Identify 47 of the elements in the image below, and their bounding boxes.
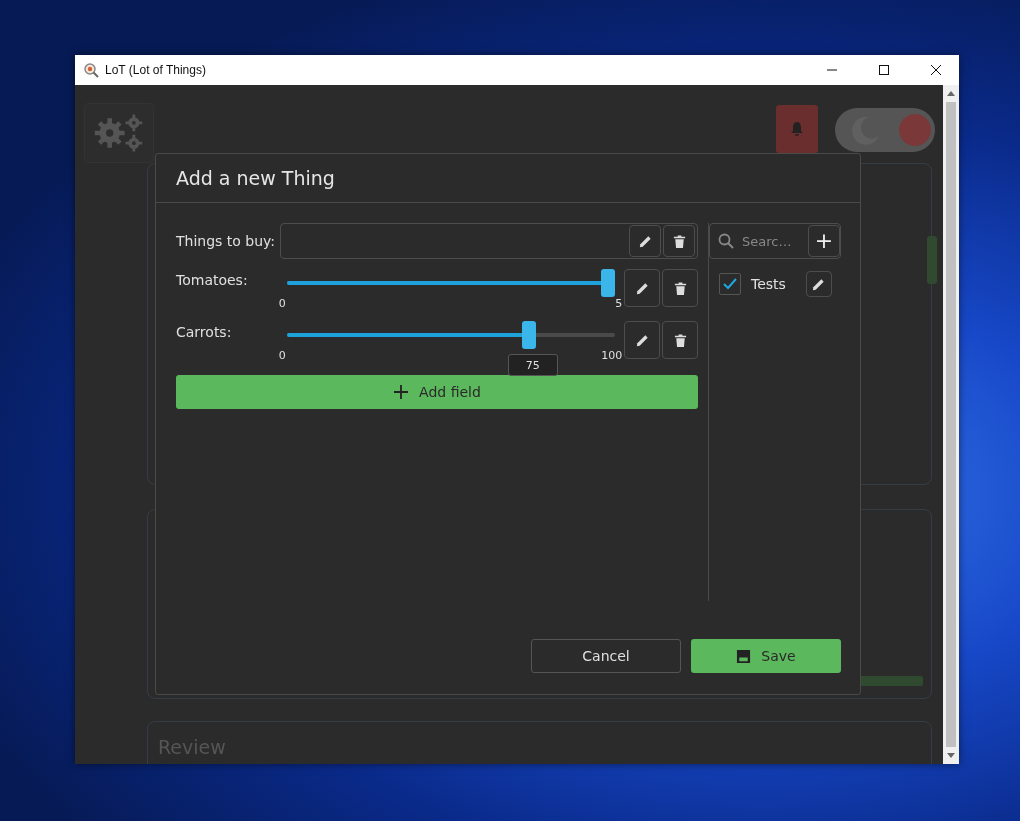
add-field-button[interactable]: Add field: [176, 375, 698, 409]
dialog-title: Add a new Thing: [176, 167, 335, 189]
delete-button[interactable]: [662, 321, 698, 359]
slider-thumb[interactable]: [522, 321, 537, 349]
plus-icon: [393, 384, 410, 400]
add-tag-button[interactable]: +: [808, 225, 840, 257]
edit-button[interactable]: [805, 271, 832, 297]
slider-min-label: 0: [278, 297, 286, 310]
check-icon: [722, 276, 738, 292]
field-label: Carrots:: [176, 323, 233, 340]
bell-icon: [789, 121, 805, 137]
slider[interactable]: [286, 321, 615, 349]
edit-button[interactable]: [624, 321, 661, 359]
search-icon: [718, 233, 734, 249]
slider[interactable]: [286, 269, 615, 297]
save-button[interactable]: Save: [691, 639, 841, 673]
checkbox[interactable]: [719, 273, 741, 295]
slider-min-label: 0: [278, 349, 286, 362]
window-title: LoT (Lot of Things): [105, 63, 206, 77]
magnifier-icon: [83, 62, 99, 78]
trash-icon: [672, 280, 688, 296]
delete-button[interactable]: [662, 269, 698, 307]
text-field[interactable]: [280, 223, 698, 259]
save-icon: [736, 648, 752, 664]
search-field[interactable]: Searc…: [742, 233, 804, 249]
close-icon[interactable]: [930, 64, 942, 76]
delete-button[interactable]: [663, 225, 695, 257]
theme-toggle[interactable]: [835, 108, 935, 152]
field-label: Things to buy:: [176, 233, 277, 249]
cancel-button[interactable]: Cancel: [531, 639, 681, 673]
trash-icon: [672, 332, 688, 348]
slider-thumb[interactable]: [600, 269, 615, 297]
slider-max-label: 100: [601, 349, 623, 362]
edit-button[interactable]: [624, 269, 661, 307]
gears-icon: [93, 112, 145, 154]
scroll-down-icon[interactable]: [947, 753, 955, 758]
toggle-knob[interactable]: [899, 114, 931, 146]
value-tooltip: 75: [507, 354, 558, 376]
scrollbar[interactable]: [943, 85, 959, 764]
maximize-icon[interactable]: [878, 64, 890, 76]
tag-label: Tests: [751, 276, 786, 292]
card-strip: [927, 236, 937, 284]
slider-max-label: 5: [615, 297, 623, 310]
trash-icon: [671, 233, 687, 249]
edit-button[interactable]: [629, 225, 661, 257]
scroll-up-icon[interactable]: [947, 91, 955, 96]
field-label: Tomatoes:: [176, 271, 249, 288]
